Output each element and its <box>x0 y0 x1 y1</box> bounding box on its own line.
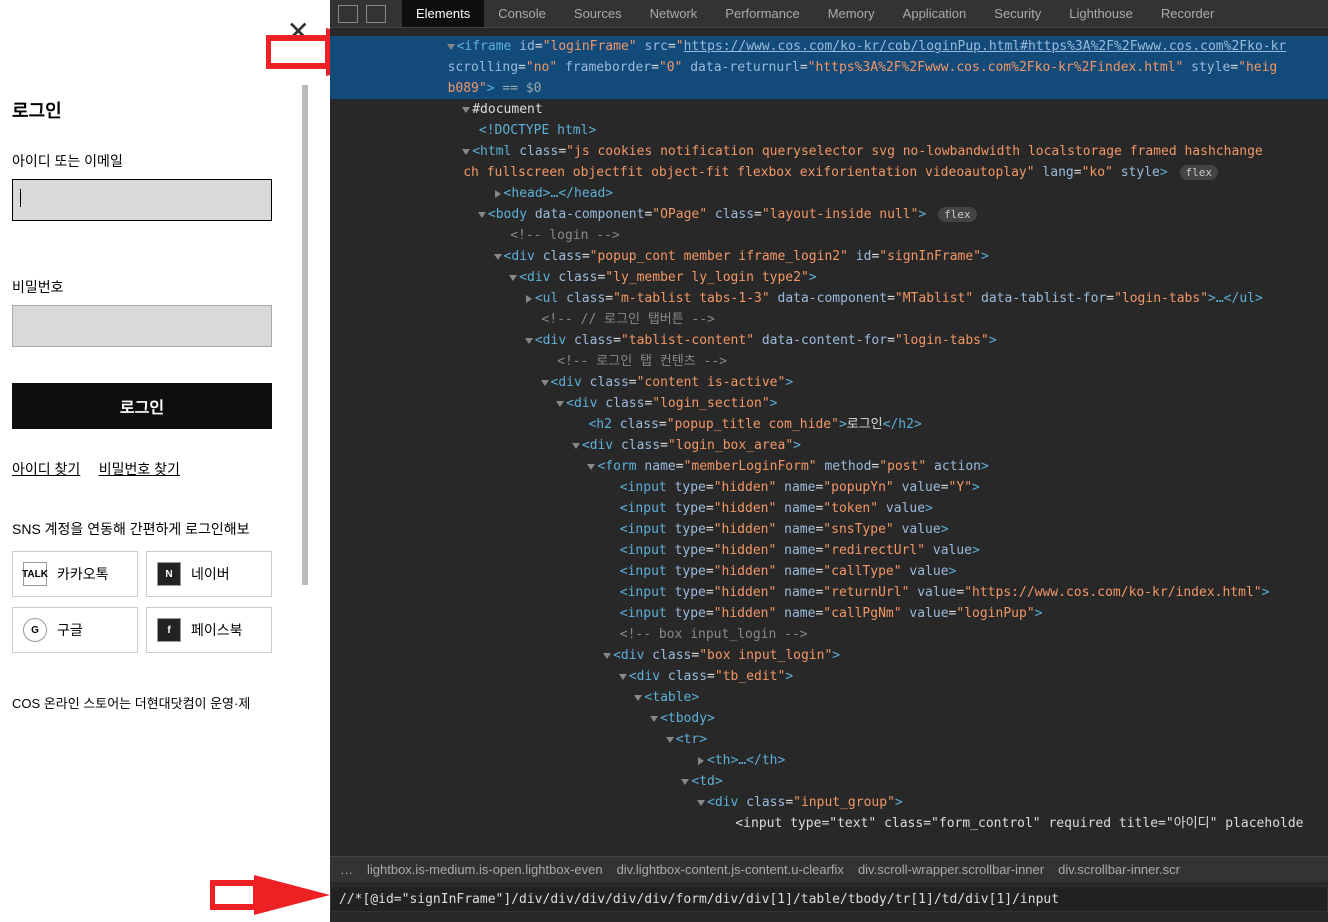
dom-line[interactable]: <!-- // 로그인 탭버튼 --> <box>330 309 1328 330</box>
crumb[interactable]: lightbox.is-medium.is-open.lightbox-even <box>367 862 603 877</box>
naver-label: 네이버 <box>191 564 230 584</box>
annotation-arrow-3 <box>210 875 340 915</box>
sns-naver-button[interactable]: N 네이버 <box>146 551 272 597</box>
dom-line[interactable]: <!-- box input_login --> <box>330 624 1328 645</box>
pw-input[interactable] <box>12 305 272 347</box>
dom-line[interactable]: <h2 class="popup_title com_hide">로그인</h2… <box>330 414 1328 435</box>
dom-line[interactable]: <td> <box>330 771 1328 792</box>
tab-recorder[interactable]: Recorder <box>1147 0 1228 27</box>
facebook-label: 페이스북 <box>191 620 243 640</box>
dom-line[interactable]: <div class="input_group"> <box>330 792 1328 813</box>
tab-memory[interactable]: Memory <box>814 0 889 27</box>
tab-elements[interactable]: Elements <box>402 0 484 27</box>
dom-line[interactable]: b089"> == $0 <box>330 78 1328 99</box>
sns-heading: SNS 계정을 연동해 간편하게 로그인해보 <box>12 519 318 539</box>
dom-line[interactable]: <!-- login --> <box>330 225 1328 246</box>
dom-line[interactable]: <input type="hidden" name="token" value> <box>330 498 1328 519</box>
dom-line[interactable]: <input type="hidden" name="callType" val… <box>330 561 1328 582</box>
tab-performance[interactable]: Performance <box>711 0 813 27</box>
dom-line[interactable]: <html class="js cookies notification que… <box>330 141 1328 162</box>
devtools-panel: Elements Console Sources Network Perform… <box>330 0 1328 922</box>
dom-line[interactable]: <div class="content is-active"> <box>330 372 1328 393</box>
tab-console[interactable]: Console <box>484 0 560 27</box>
sns-kakao-button[interactable]: TALK 카카오톡 <box>12 551 138 597</box>
tab-security[interactable]: Security <box>980 0 1055 27</box>
devtools-toolbar: Elements Console Sources Network Perform… <box>330 0 1328 28</box>
dom-line[interactable]: ch fullscreen objectfit object-fit flexb… <box>330 162 1328 183</box>
dom-line[interactable]: <input type="hidden" name="returnUrl" va… <box>330 582 1328 603</box>
find-pw-link[interactable]: 비밀번호 찾기 <box>99 461 180 477</box>
id-label: 아이디 또는 이메일 <box>12 151 318 171</box>
naver-icon: N <box>157 562 181 586</box>
xpath-input[interactable]: //*[@id="signInFrame"]/div/div/div/div/d… <box>330 886 1328 912</box>
dom-line[interactable]: <input type="hidden" name="callPgNm" val… <box>330 603 1328 624</box>
dom-line[interactable]: #document <box>330 99 1328 120</box>
sns-facebook-button[interactable]: f 페이스북 <box>146 607 272 653</box>
dom-line[interactable]: <input type="hidden" name="snsType" valu… <box>330 519 1328 540</box>
dom-line[interactable]: <input type="hidden" name="popupYn" valu… <box>330 477 1328 498</box>
scrollbar[interactable] <box>302 85 308 585</box>
dom-line[interactable]: <table> <box>330 687 1328 708</box>
text-cursor <box>20 189 21 207</box>
tab-application[interactable]: Application <box>889 0 981 27</box>
dom-line[interactable]: <form name="memberLoginForm" method="pos… <box>330 456 1328 477</box>
crumb[interactable]: … <box>340 862 353 877</box>
login-button[interactable]: 로그인 <box>12 383 272 429</box>
dom-line[interactable]: <tr> <box>330 729 1328 750</box>
dom-line[interactable]: <div class="login_section"> <box>330 393 1328 414</box>
crumb[interactable]: div.lightbox-content.js-content.u-clearf… <box>617 862 844 877</box>
dom-iframe-line[interactable]: <iframe id="loginFrame" src="https://www… <box>330 36 1328 57</box>
dom-line[interactable]: <!-- 로그인 탭 컨텐츠 --> <box>330 351 1328 372</box>
dom-line[interactable]: <div class="login_box_area"> <box>330 435 1328 456</box>
google-icon: G <box>23 618 47 642</box>
dom-line[interactable]: <input type="hidden" name="redirectUrl" … <box>330 540 1328 561</box>
dom-tree[interactable]: <iframe id="loginFrame" src="https://www… <box>330 28 1328 848</box>
tab-sources[interactable]: Sources <box>560 0 636 27</box>
google-label: 구글 <box>57 620 83 640</box>
dom-line[interactable]: <div class="tb_edit"> <box>330 666 1328 687</box>
dom-line[interactable]: <div class="tablist-content" data-conten… <box>330 330 1328 351</box>
dom-line[interactable]: <th>…</th> <box>330 750 1328 771</box>
pw-label: 비밀번호 <box>12 277 318 297</box>
crumb[interactable]: div.scrollbar-inner.scr <box>1058 862 1180 877</box>
dom-line[interactable]: <div class="popup_cont member iframe_log… <box>330 246 1328 267</box>
dom-line[interactable]: <head>…</head> <box>330 183 1328 204</box>
dom-line[interactable]: <body data-component="OPage" class="layo… <box>330 204 1328 225</box>
dom-line[interactable]: <div class="ly_member ly_login type2"> <box>330 267 1328 288</box>
kakao-label: 카카오톡 <box>57 564 109 584</box>
kakao-icon: TALK <box>23 562 47 586</box>
sns-google-button[interactable]: G 구글 <box>12 607 138 653</box>
dom-highlighted-input[interactable]: <input type="text" class="form_control" … <box>330 813 1328 834</box>
device-icon[interactable] <box>366 5 386 23</box>
dom-line[interactable]: <ul class="m-tablist tabs-1-3" data-comp… <box>330 288 1328 309</box>
find-id-link[interactable]: 아이디 찾기 <box>12 461 80 477</box>
dom-breadcrumb[interactable]: … lightbox.is-medium.is-open.lightbox-ev… <box>330 856 1328 882</box>
devtools-tabs: Elements Console Sources Network Perform… <box>402 0 1228 27</box>
find-links: 아이디 찾기 비밀번호 찾기 <box>12 459 318 479</box>
login-title: 로그인 <box>12 97 318 123</box>
login-panel: ✕ 로그인 아이디 또는 이메일 비밀번호 로그인 아이디 찾기 비밀번호 찾기… <box>0 0 330 922</box>
footer-text: COS 온라인 스토어는 더현대닷컴이 운영·제 <box>12 693 318 712</box>
crumb[interactable]: div.scroll-wrapper.scrollbar-inner <box>858 862 1044 877</box>
dom-line[interactable]: <tbody> <box>330 708 1328 729</box>
dom-line[interactable]: <!DOCTYPE html> <box>330 120 1328 141</box>
dom-line[interactable]: <div class="box input_login"> <box>330 645 1328 666</box>
inspect-icon[interactable] <box>338 5 358 23</box>
dom-line[interactable]: scrolling="no" frameborder="0" data-retu… <box>330 57 1328 78</box>
tab-lighthouse[interactable]: Lighthouse <box>1055 0 1147 27</box>
tab-network[interactable]: Network <box>636 0 712 27</box>
facebook-icon: f <box>157 618 181 642</box>
